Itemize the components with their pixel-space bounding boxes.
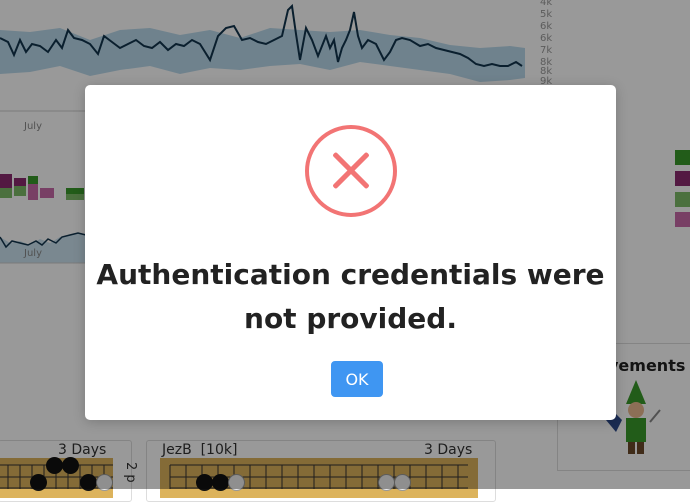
ok-button[interactable]: OK [331, 361, 383, 397]
error-dialog: Authentication credentials were not prov… [85, 85, 616, 420]
error-x-icon [305, 125, 397, 217]
error-message: Authentication credentials were not prov… [96, 258, 605, 335]
